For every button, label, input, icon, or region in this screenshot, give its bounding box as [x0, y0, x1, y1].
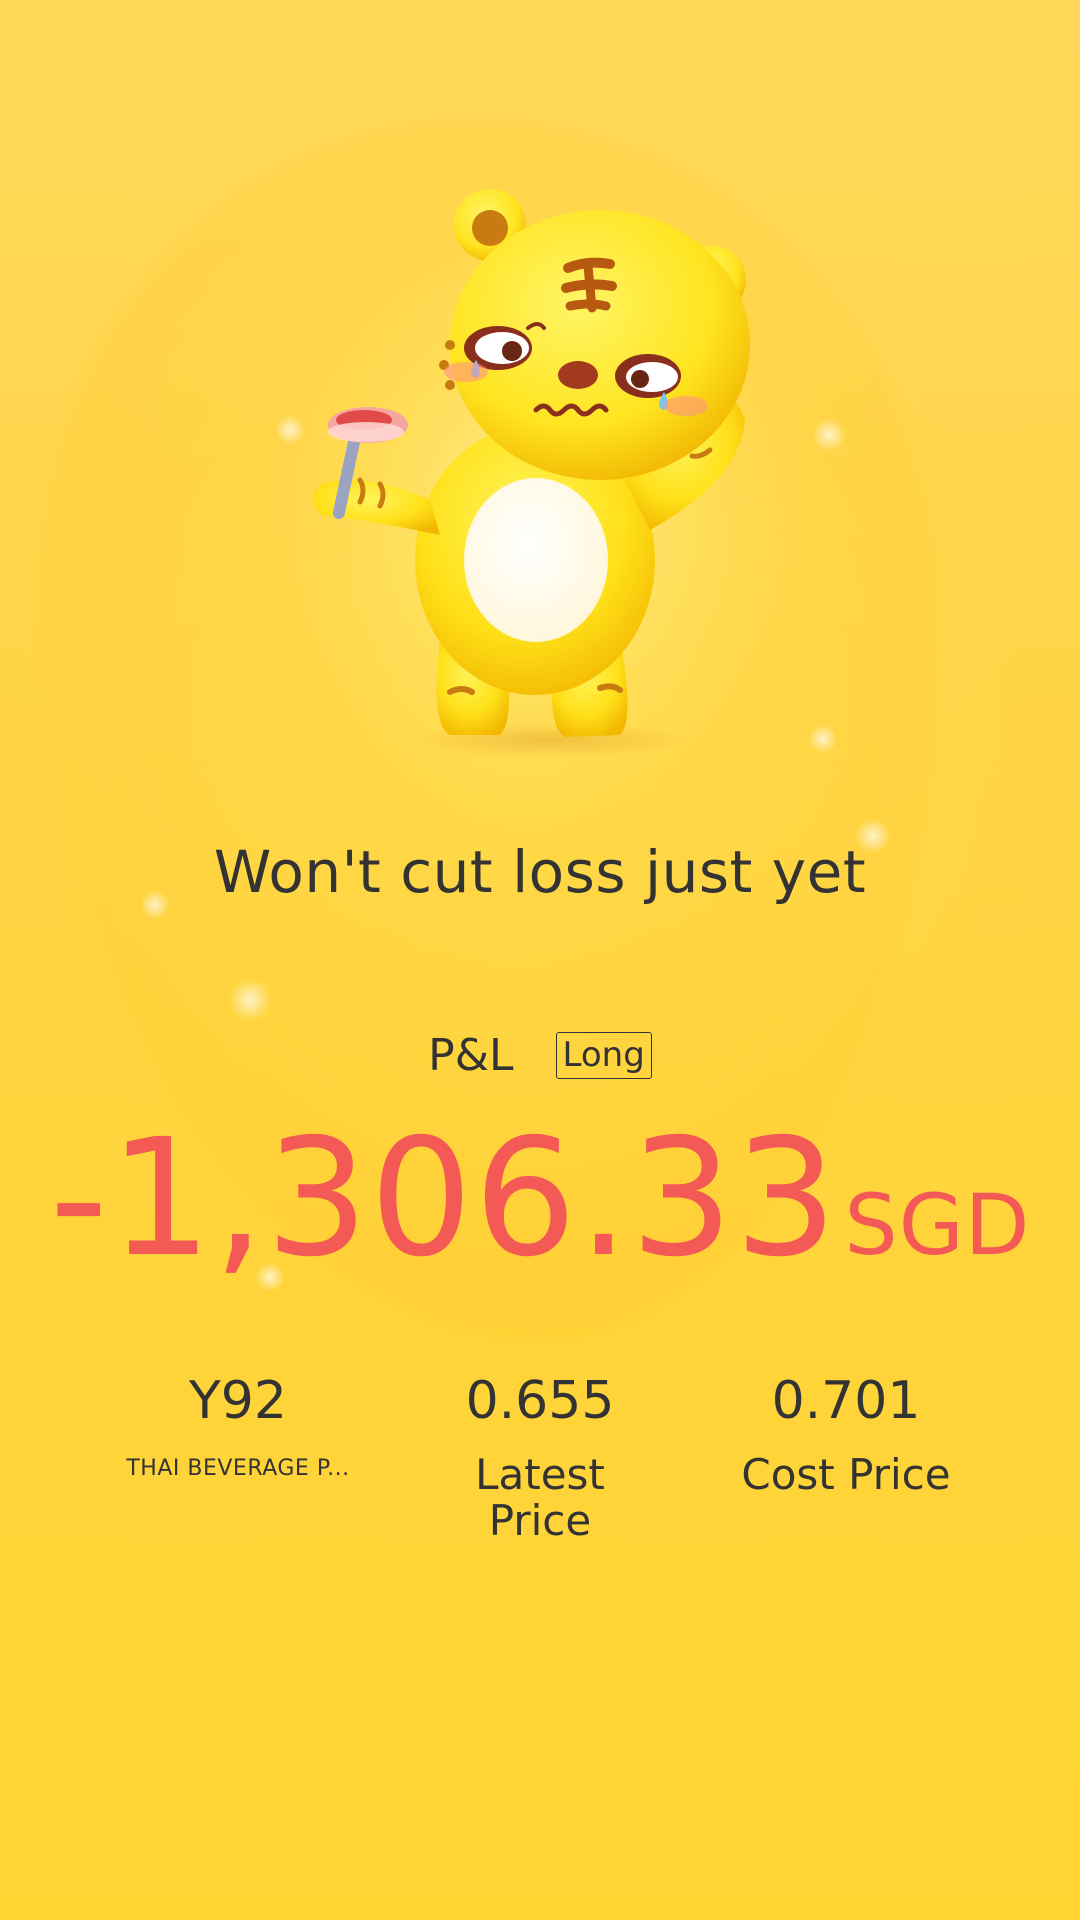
stock-code: Y92: [189, 1371, 287, 1431]
tiger-mascot-icon: [312, 189, 750, 737]
stat-cost-price: 0.701 Cost Price: [686, 1368, 1006, 1498]
cost-price-label: Cost Price: [741, 1450, 951, 1499]
latest-price-label: Latest Price: [475, 1450, 605, 1545]
stat-latest-price: 0.655 Latest Price: [380, 1368, 700, 1544]
pnl-amount: -1,306.33 SGD: [0, 1118, 1080, 1280]
pnl-label: P&L: [428, 1030, 514, 1081]
headline: Won't cut loss just yet: [213, 838, 867, 906]
stock-name: THAI BEVERAGE P...: [126, 1456, 350, 1481]
sparkle: [808, 724, 838, 754]
sparkle: [228, 978, 272, 1022]
pnl-currency: SGD: [844, 1176, 1031, 1274]
pnl-amount-value: -1,306.33: [49, 1105, 839, 1293]
sparkle: [812, 418, 846, 452]
cost-price-value: 0.701: [771, 1371, 921, 1431]
pnl-header: P&L Long: [0, 1030, 1080, 1081]
latest-price-value: 0.655: [465, 1371, 615, 1431]
position-badge: Long: [555, 1031, 652, 1080]
stat-stock: Y92 THAI BEVERAGE P...: [78, 1368, 398, 1482]
